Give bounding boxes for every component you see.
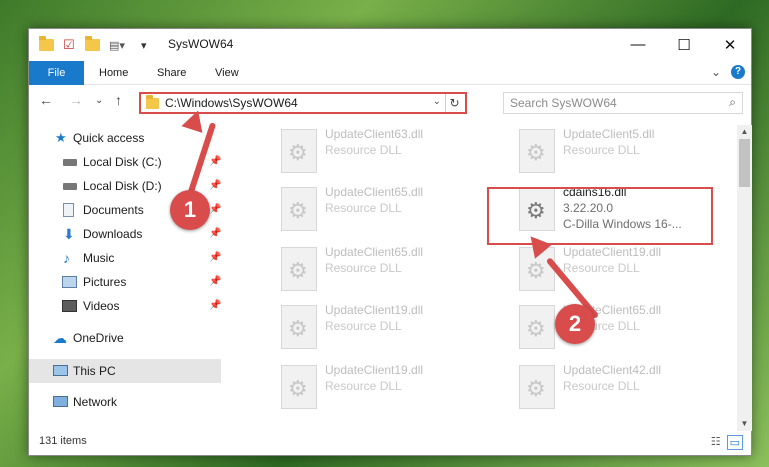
tab-share[interactable]: Share: [157, 61, 186, 85]
sidebar-item-pictures[interactable]: Pictures 📌: [29, 271, 221, 293]
recent-locations-button[interactable]: ⌄: [95, 95, 103, 106]
scroll-thumb[interactable]: [739, 139, 750, 187]
dll-file-icon: [281, 187, 317, 231]
pin-icon[interactable]: 📌: [209, 295, 221, 317]
ribbon-collapse-icon[interactable]: ⌄: [711, 65, 721, 79]
file-highlight-box: [487, 187, 713, 245]
picture-icon: [62, 276, 77, 288]
dll-file-icon: [281, 305, 317, 349]
dll-file-icon: [519, 365, 555, 409]
folder-icon: [39, 36, 54, 53]
address-folder-icon: [146, 95, 159, 109]
video-icon: [62, 300, 77, 312]
sidebar-item-music[interactable]: ♪ Music 📌: [29, 247, 221, 269]
vertical-scrollbar[interactable]: ▲ ▼: [737, 125, 752, 431]
up-button[interactable]: ↑: [115, 92, 122, 108]
document-icon: [63, 203, 74, 217]
file-item[interactable]: UpdateClient65.dll Resource DLL: [277, 243, 507, 297]
minimize-button[interactable]: —: [615, 29, 661, 60]
dll-file-icon: [519, 305, 555, 349]
window-title: SysWOW64: [168, 37, 234, 51]
search-placeholder: Search SysWOW64: [510, 96, 617, 110]
search-icon[interactable]: ⌕: [729, 95, 736, 110]
music-icon: ♪: [63, 250, 70, 266]
sidebar-item-quick-access[interactable]: ★ Quick access: [29, 127, 221, 149]
back-button[interactable]: ←: [39, 92, 53, 108]
file-item[interactable]: UpdateClient19.dll Resource DLL: [515, 243, 737, 297]
search-input[interactable]: Search SysWOW64 ⌕: [503, 92, 743, 114]
toolbar-dropdown-icon[interactable]: ▾: [141, 37, 147, 53]
pin-icon[interactable]: 📌: [209, 175, 221, 197]
file-item[interactable]: UpdateClient65.dll Resource DLL: [277, 183, 507, 237]
sidebar-item-videos[interactable]: Videos 📌: [29, 295, 221, 317]
dll-file-icon: [281, 247, 317, 291]
file-item[interactable]: UpdateClient42.dll Resource DLL: [515, 361, 737, 415]
tab-file[interactable]: File: [29, 61, 84, 85]
pin-icon[interactable]: 📌: [209, 199, 221, 221]
sidebar-item-network[interactable]: Network: [29, 391, 221, 413]
large-icons-view-icon[interactable]: ▭: [726, 435, 743, 450]
dll-file-icon: [281, 129, 317, 173]
file-item[interactable]: UpdateClient65.dll Resource DLL: [515, 301, 737, 355]
view-switcher: ☷ ▭: [711, 435, 743, 450]
pin-icon[interactable]: 📌: [209, 223, 221, 245]
ribbon: File Home Share View ⌄ ?: [29, 61, 751, 85]
computer-icon: [53, 365, 68, 376]
customize-toolbar-icon[interactable]: ▤▾: [109, 37, 125, 53]
file-item[interactable]: UpdateClient19.dll Resource DLL: [277, 301, 507, 355]
address-dropdown-icon[interactable]: ⌄: [433, 96, 441, 107]
step-badge-1: 1: [170, 190, 210, 230]
drive-icon: [63, 159, 77, 166]
pin-icon[interactable]: 📌: [209, 247, 221, 269]
close-button[interactable]: ✕: [707, 29, 753, 60]
file-list: UpdateClient63.dll Resource DLL UpdateCl…: [247, 125, 737, 425]
refresh-button[interactable]: ↻: [445, 94, 463, 112]
scroll-down-icon[interactable]: ▼: [737, 417, 752, 431]
help-icon[interactable]: ?: [731, 65, 745, 79]
cloud-icon: ☁: [53, 330, 67, 346]
star-icon: ★: [55, 130, 67, 145]
drive-icon: [63, 183, 77, 190]
explorer-window: ☑ ▤▾ ▾ SysWOW64 — ☐ ✕ File Home Share Vi…: [28, 28, 752, 456]
pin-icon[interactable]: 📌: [209, 151, 221, 173]
step-badge-2: 2: [555, 304, 595, 344]
pin-icon[interactable]: 📌: [209, 271, 221, 293]
tab-home[interactable]: Home: [99, 61, 128, 85]
sidebar-item-onedrive[interactable]: ☁ OneDrive: [29, 327, 221, 349]
file-item[interactable]: UpdateClient19.dll Resource DLL: [277, 361, 507, 415]
file-item[interactable]: UpdateClient5.dll Resource DLL: [515, 125, 737, 179]
details-view-icon[interactable]: ☷: [711, 435, 721, 450]
forward-button[interactable]: →: [69, 92, 83, 108]
new-folder-icon[interactable]: [85, 36, 100, 53]
dll-file-icon: [519, 129, 555, 173]
maximize-button[interactable]: ☐: [661, 29, 707, 60]
dll-file-icon: [281, 365, 317, 409]
address-path[interactable]: C:\Windows\SysWOW64: [165, 96, 298, 110]
properties-icon[interactable]: ☑: [63, 37, 75, 53]
scroll-up-icon[interactable]: ▲: [737, 125, 752, 139]
sidebar-item-local-disk-c[interactable]: Local Disk (C:) 📌: [29, 151, 221, 173]
title-bar: ☑ ▤▾ ▾ SysWOW64 — ☐ ✕: [29, 29, 751, 61]
sidebar-item-this-pc[interactable]: This PC: [29, 359, 221, 383]
file-item[interactable]: UpdateClient63.dll Resource DLL: [277, 125, 507, 179]
download-icon: ⬇: [63, 226, 75, 242]
tab-view[interactable]: View: [215, 61, 239, 85]
network-icon: [53, 396, 68, 407]
item-count: 131 items: [39, 435, 87, 447]
